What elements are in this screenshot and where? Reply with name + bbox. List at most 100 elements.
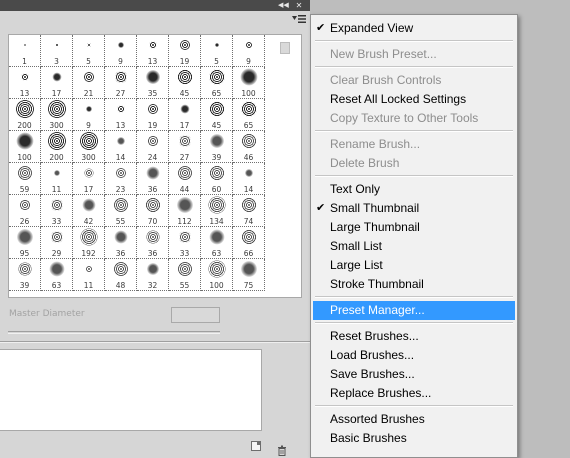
brush-preset-cell[interactable]: 9	[233, 35, 265, 67]
brush-preset-cell[interactable]: 75	[233, 259, 265, 291]
brush-preset-cell[interactable]: 9	[73, 99, 105, 131]
brush-preset-cell[interactable]: 42	[73, 195, 105, 227]
brush-preset-cell[interactable]: 5	[201, 35, 233, 67]
brush-preset-cell[interactable]: 35	[137, 67, 169, 99]
brush-preset-cell[interactable]: 55	[169, 259, 201, 291]
brush-preset-picker: 1 3 5 9 13 19 5 9 13 17 21 27 35 45 65 100 200 300 9 13 19 17…	[8, 34, 302, 298]
brush-preset-cell[interactable]: 48	[105, 259, 137, 291]
brush-size-label: 95	[19, 249, 30, 258]
brush-preset-cell[interactable]: 13	[137, 35, 169, 67]
brush-preset-cell[interactable]: 17	[73, 163, 105, 195]
brush-preset-cell[interactable]: 14	[233, 163, 265, 195]
brush-preset-cell[interactable]: 1	[9, 35, 41, 67]
brush-preset-cell[interactable]: 27	[105, 67, 137, 99]
brush-tip-thumbnail	[240, 261, 257, 277]
brush-preset-cell[interactable]: 39	[201, 131, 233, 163]
brush-preset-cell[interactable]: 60	[201, 163, 233, 195]
brush-preset-cell[interactable]: 14	[105, 131, 137, 163]
brush-preset-cell[interactable]: 200	[41, 131, 73, 163]
menu-item-assorted-brushes[interactable]: Assorted Brushes	[311, 410, 517, 429]
brush-size-label: 134	[209, 217, 224, 226]
brush-preset-cell[interactable]: 11	[73, 259, 105, 291]
menu-item-text-only[interactable]: Text Only	[311, 180, 517, 199]
master-diameter-slider[interactable]	[8, 331, 220, 334]
brush-preset-cell[interactable]: 21	[73, 67, 105, 99]
brush-preset-cell[interactable]: 11	[41, 163, 73, 195]
brush-preset-cell[interactable]: 33	[169, 227, 201, 259]
brush-size-label: 19	[179, 57, 190, 66]
brush-preset-cell[interactable]: 46	[233, 131, 265, 163]
panel-menu-icon[interactable]	[292, 14, 306, 24]
brush-preset-cell[interactable]: 36	[137, 227, 169, 259]
brush-preset-cell[interactable]: 63	[201, 227, 233, 259]
brush-preset-cell[interactable]: 100	[9, 131, 41, 163]
brush-preset-cell[interactable]: 44	[169, 163, 201, 195]
menu-item-stroke-thumbnail[interactable]: Stroke Thumbnail	[311, 275, 517, 294]
brush-preset-cell[interactable]: 17	[41, 67, 73, 99]
brush-preset-cell[interactable]: 70	[137, 195, 169, 227]
brush-preset-cell[interactable]: 29	[41, 227, 73, 259]
brush-preset-cell[interactable]: 45	[201, 99, 233, 131]
menu-item-small-thumbnail[interactable]: ✔ Small Thumbnail	[311, 199, 517, 218]
brush-preset-cell[interactable]: 55	[105, 195, 137, 227]
brush-size-label: 75	[243, 281, 254, 290]
brush-tip-thumbnail	[146, 230, 159, 244]
brush-preset-cell[interactable]: 45	[169, 67, 201, 99]
brush-preset-cell[interactable]: 100	[233, 67, 265, 99]
brush-preset-cell[interactable]: 74	[233, 195, 265, 227]
brush-preset-cell[interactable]: 32	[137, 259, 169, 291]
brush-grid-scrollbar[interactable]	[266, 36, 300, 296]
brush-tip-thumbnail	[146, 166, 159, 180]
brush-preset-cell[interactable]: 26	[9, 195, 41, 227]
menu-item-reset-brushes[interactable]: Reset Brushes...	[311, 327, 517, 346]
menu-item-replace-brushes[interactable]: Replace Brushes...	[311, 384, 517, 403]
brush-preset-cell[interactable]: 95	[9, 227, 41, 259]
master-diameter-input[interactable]	[171, 307, 220, 323]
brush-preset-cell[interactable]: 200	[9, 99, 41, 131]
brush-preset-cell[interactable]: 19	[137, 99, 169, 131]
brush-preset-cell[interactable]: 27	[169, 131, 201, 163]
menu-item-new-brush-preset: New Brush Preset...	[311, 45, 517, 64]
brush-tip-thumbnail	[244, 169, 253, 177]
brush-preset-cell[interactable]: 300	[73, 131, 105, 163]
brush-preset-cell[interactable]: 33	[41, 195, 73, 227]
menu-item-large-thumbnail[interactable]: Large Thumbnail	[311, 218, 517, 237]
brush-preset-cell[interactable]: 19	[169, 35, 201, 67]
brush-preset-cell[interactable]: 24	[137, 131, 169, 163]
brush-preset-cell[interactable]: 65	[201, 67, 233, 99]
brush-preset-cell[interactable]: 3	[41, 35, 73, 67]
trash-icon[interactable]	[277, 441, 287, 456]
brush-preset-cell[interactable]: 65	[233, 99, 265, 131]
brush-preset-cell[interactable]: 112	[169, 195, 201, 227]
brush-preset-cell[interactable]: 63	[41, 259, 73, 291]
menu-item-large-list[interactable]: Large List	[311, 256, 517, 275]
brush-preset-cell[interactable]: 9	[105, 35, 137, 67]
brush-preset-cell[interactable]: 5	[73, 35, 105, 67]
brush-preset-cell[interactable]: 36	[137, 163, 169, 195]
brush-preset-cell[interactable]: 23	[105, 163, 137, 195]
brush-size-label: 26	[19, 217, 30, 226]
close-panel-icon[interactable]: ✕	[294, 1, 304, 10]
brush-preset-cell[interactable]: 300	[41, 99, 73, 131]
brush-preset-cell[interactable]: 59	[9, 163, 41, 195]
scrollbar-thumb[interactable]	[280, 42, 290, 54]
brush-size-label: 36	[147, 249, 158, 258]
brush-preset-cell[interactable]: 36	[105, 227, 137, 259]
brush-preset-cell[interactable]: 66	[233, 227, 265, 259]
menu-item-basic-brushes[interactable]: Basic Brushes	[311, 429, 517, 448]
brush-preset-cell[interactable]: 39	[9, 259, 41, 291]
brush-preset-cell[interactable]: 192	[73, 227, 105, 259]
menu-item-small-list[interactable]: Small List	[311, 237, 517, 256]
collapse-panel-icon[interactable]: ◀◀	[278, 1, 289, 10]
brush-preset-cell[interactable]: 100	[201, 259, 233, 291]
brush-preset-cell[interactable]: 17	[169, 99, 201, 131]
brush-preset-cell[interactable]: 13	[9, 67, 41, 99]
menu-item-preset-manager[interactable]: Preset Manager...	[313, 301, 515, 320]
menu-item-expanded-view[interactable]: ✔ Expanded View	[311, 19, 517, 38]
new-preset-icon[interactable]	[251, 441, 261, 451]
menu-item-save-brushes[interactable]: Save Brushes...	[311, 365, 517, 384]
brush-preset-cell[interactable]: 134	[201, 195, 233, 227]
menu-item-reset-all-locked-settings[interactable]: Reset All Locked Settings	[311, 90, 517, 109]
brush-preset-cell[interactable]: 13	[105, 99, 137, 131]
menu-item-load-brushes[interactable]: Load Brushes...	[311, 346, 517, 365]
